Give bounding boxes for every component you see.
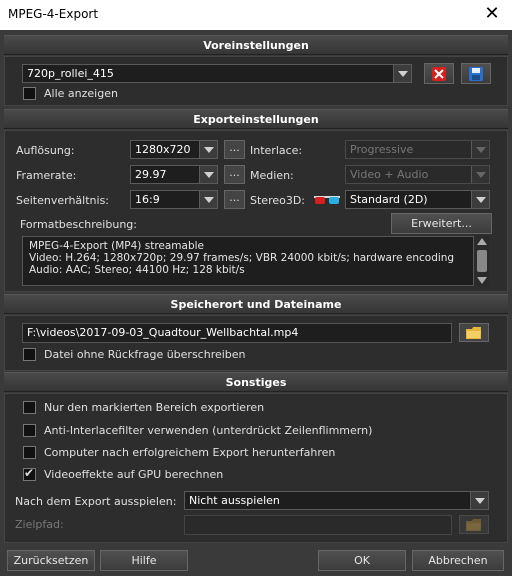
close-icon[interactable]: ✕	[480, 3, 504, 27]
scroll-up-icon[interactable]	[477, 238, 487, 245]
chevron-down-icon	[471, 191, 489, 208]
advanced-button[interactable]: Erweitert...	[391, 213, 492, 234]
3d-glasses-icon	[314, 196, 340, 204]
export-settings-header: Exporteinstellungen	[4, 109, 508, 129]
shutdown-label: Computer nach erfolgreichem Export herun…	[44, 446, 336, 459]
format-description-text: MPEG-4-Export (MP4) streamable Video: H.…	[22, 236, 474, 286]
chevron-down-icon	[471, 141, 489, 158]
aspect-ratio-label: Seitenverhältnis:	[16, 194, 110, 207]
title-bar: MPEG-4-Export ✕	[0, 0, 512, 30]
export-selection-checkbox[interactable]	[23, 401, 36, 414]
stereo3d-select[interactable]: Standard (2D)	[345, 190, 490, 209]
file-path-input[interactable]: F:\videos\2017-09-03_Quadtour_Wellbachta…	[22, 323, 452, 343]
description-line: Video: H.264; 1280x720p; 29.97 frames/s;…	[29, 252, 455, 264]
preset-select[interactable]: 720p_rollei_415	[22, 64, 412, 83]
misc-header: Sonstiges	[4, 372, 508, 392]
save-preset-button[interactable]	[461, 63, 491, 84]
target-path-label: Zielpfad:	[15, 518, 64, 531]
show-all-label: Alle anzeigen	[44, 87, 118, 100]
browse-folder-button[interactable]	[459, 323, 489, 342]
target-path-input[interactable]	[184, 515, 452, 535]
presets-header: Voreinstellungen	[4, 35, 508, 55]
help-button[interactable]: Hilfe	[100, 550, 188, 571]
target-browse-button[interactable]	[459, 515, 489, 534]
chevron-down-icon	[470, 492, 488, 509]
after-export-value: Nicht ausspielen	[189, 494, 280, 507]
framerate-more-button[interactable]: ...	[224, 165, 245, 184]
export-selection-label: Nur den markierten Bereich exportieren	[44, 401, 265, 414]
resolution-label: Auflösung:	[16, 144, 75, 157]
ok-button[interactable]: OK	[318, 550, 406, 571]
chevron-down-icon	[471, 166, 489, 183]
cancel-button[interactable]: Abbrechen	[412, 550, 504, 571]
save-location-header: Speicherort und Dateiname	[4, 294, 508, 314]
framerate-select[interactable]: 29.97	[130, 165, 218, 184]
framerate-label: Framerate:	[16, 169, 77, 182]
chevron-down-icon	[199, 141, 217, 158]
stereo3d-value: Standard (2D)	[350, 193, 428, 206]
media-value: Video + Audio	[350, 168, 429, 181]
after-export-select[interactable]: Nicht ausspielen	[184, 491, 489, 510]
chevron-down-icon	[199, 191, 217, 208]
resolution-more-button[interactable]: ...	[224, 140, 245, 159]
interlace-select[interactable]: Progressive	[345, 140, 490, 159]
overwrite-label: Datei ohne Rückfrage überschreiben	[44, 348, 246, 361]
folder-icon	[466, 327, 481, 339]
after-export-label: Nach dem Export ausspielen:	[15, 495, 177, 508]
shutdown-checkbox[interactable]	[23, 446, 36, 459]
gpu-effects-label: Videoeffekte auf GPU berechnen	[44, 468, 224, 481]
save-icon	[469, 67, 483, 81]
aspect-ratio-more-button[interactable]: ...	[224, 190, 245, 209]
anti-interlace-checkbox[interactable]	[23, 424, 36, 437]
framerate-value: 29.97	[135, 168, 167, 181]
description-scrollbar[interactable]	[475, 236, 489, 286]
gpu-effects-checkbox[interactable]	[23, 466, 36, 481]
anti-interlace-label: Anti-Interlacefilter verwenden (unterdrü…	[44, 424, 373, 437]
reset-button[interactable]: Zurücksetzen	[7, 550, 95, 571]
interlace-label: Interlace:	[250, 144, 303, 157]
window-title: MPEG-4-Export	[8, 7, 99, 21]
description-line: MPEG-4-Export (MP4) streamable	[29, 240, 205, 252]
chevron-down-icon	[199, 166, 217, 183]
show-all-checkbox[interactable]	[23, 87, 36, 100]
delete-preset-button[interactable]	[424, 63, 454, 84]
delete-icon	[432, 67, 446, 81]
folder-icon	[466, 519, 481, 531]
aspect-ratio-select[interactable]: 16:9	[130, 190, 218, 209]
description-line: Audio: AAC; Stereo; 44100 Hz; 128 kbit/s	[29, 264, 245, 276]
overwrite-checkbox[interactable]	[23, 348, 36, 361]
resolution-select[interactable]: 1280x720	[130, 140, 218, 159]
chevron-down-icon	[393, 65, 411, 82]
preset-select-value: 720p_rollei_415	[27, 67, 114, 80]
scroll-down-icon[interactable]	[477, 277, 487, 284]
stereo3d-label: Stereo3D:	[250, 194, 306, 207]
media-select[interactable]: Video + Audio	[345, 165, 490, 184]
resolution-value: 1280x720	[135, 143, 191, 156]
interlace-value: Progressive	[350, 143, 414, 156]
media-label: Medien:	[250, 169, 294, 182]
format-description-label: Formatbeschreibung:	[20, 218, 137, 231]
aspect-ratio-value: 16:9	[135, 193, 160, 206]
scroll-thumb[interactable]	[477, 250, 487, 272]
